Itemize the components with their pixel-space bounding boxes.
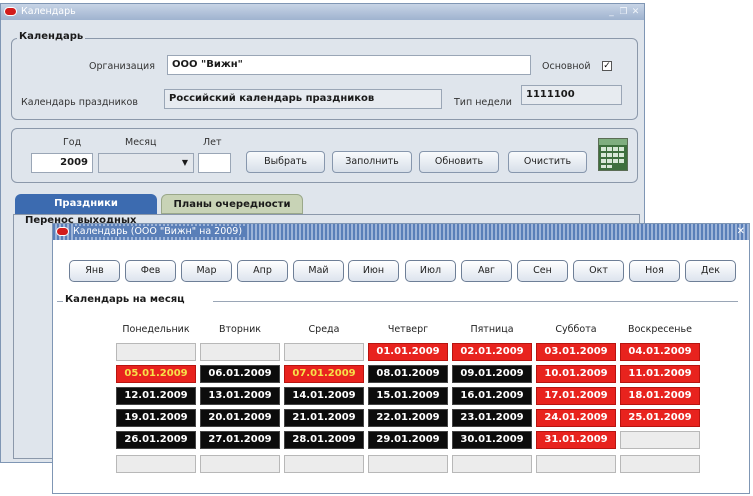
day-cell[interactable]: 27.01.2009: [200, 431, 280, 449]
week-type-field[interactable]: 1111100: [521, 85, 622, 105]
weekday-header: Среда: [308, 324, 340, 335]
month-button-12[interactable]: Дек: [685, 260, 736, 282]
day-cell[interactable]: 19.01.2009: [116, 409, 196, 427]
window-title: Календарь: [21, 6, 76, 17]
day-cell[interactable]: 12.01.2009: [116, 387, 196, 405]
window-titlebar[interactable]: Календарь _ ❐ ✕: [1, 4, 644, 20]
holidays-calendar-label: Календарь праздников: [21, 97, 138, 108]
calendar-group-legend: Календарь: [17, 31, 86, 42]
close-icon[interactable]: ✕: [737, 224, 745, 240]
day-cell[interactable]: 25.01.2009: [620, 409, 700, 427]
minimize-icon[interactable]: _: [607, 4, 616, 20]
weekday-header: Понедельник: [122, 324, 190, 335]
day-cell[interactable]: 05.01.2009: [116, 365, 196, 383]
month-label: Месяц: [125, 137, 157, 148]
day-cell[interactable]: 02.01.2009: [452, 343, 532, 361]
empty-day-cell[interactable]: [284, 455, 364, 473]
fill-button[interactable]: Заполнить: [332, 151, 412, 173]
day-cell[interactable]: 23.01.2009: [452, 409, 532, 427]
empty-day-cell[interactable]: [452, 455, 532, 473]
day-cell[interactable]: 08.01.2009: [368, 365, 448, 383]
org-field[interactable]: ООО "Вижн": [167, 55, 531, 75]
day-cell[interactable]: 14.01.2009: [284, 387, 364, 405]
month-button-2[interactable]: Фев: [125, 260, 176, 282]
refresh-button[interactable]: Обновить: [419, 151, 499, 173]
clear-button[interactable]: Очистить: [508, 151, 587, 173]
day-cell[interactable]: 04.01.2009: [620, 343, 700, 361]
weekday-header: Пятница: [470, 324, 514, 335]
main-checkbox[interactable]: ✓: [602, 61, 612, 71]
section-divider: [213, 301, 738, 302]
month-button-9[interactable]: Сен: [517, 260, 568, 282]
dialog-titlebar[interactable]: Календарь (ООО "Вижн" на 2009) ✕: [53, 224, 749, 240]
month-button-7[interactable]: Июл: [405, 260, 456, 282]
weekday-header: Вторник: [218, 324, 262, 335]
day-cell[interactable]: 29.01.2009: [368, 431, 448, 449]
tab-holidays[interactable]: Праздники: [15, 194, 157, 214]
calendar-grid-icon[interactable]: [598, 138, 628, 171]
month-button-1[interactable]: Янв: [69, 260, 120, 282]
app-logo-icon: [56, 227, 69, 236]
year-field[interactable]: 2009: [31, 153, 93, 173]
day-cell[interactable]: 31.01.2009: [536, 431, 616, 449]
app-logo-icon: [4, 7, 17, 16]
empty-day-cell[interactable]: [200, 343, 280, 361]
day-cell[interactable]: 11.01.2009: [620, 365, 700, 383]
chevron-down-icon[interactable]: ▼: [182, 154, 188, 172]
day-cell[interactable]: 17.01.2009: [536, 387, 616, 405]
month-button-4[interactable]: Апр: [237, 260, 288, 282]
close-icon[interactable]: ✕: [631, 4, 640, 20]
month-button-6[interactable]: Июн: [348, 260, 399, 282]
section-divider-left: [57, 301, 63, 302]
weekday-header: Четверг: [387, 324, 429, 335]
weekday-header: Суббота: [555, 324, 597, 335]
empty-day-cell[interactable]: [620, 455, 700, 473]
empty-day-cell[interactable]: [284, 343, 364, 361]
day-cell[interactable]: 20.01.2009: [200, 409, 280, 427]
empty-day-cell[interactable]: [200, 455, 280, 473]
empty-day-cell[interactable]: [368, 455, 448, 473]
main-label: Основной: [542, 61, 591, 72]
day-cell[interactable]: 16.01.2009: [452, 387, 532, 405]
month-calendar-title: Календарь на месяц: [65, 294, 189, 305]
day-cell[interactable]: 15.01.2009: [368, 387, 448, 405]
maximize-icon[interactable]: ❐: [619, 4, 628, 20]
tab-queue-plans[interactable]: Планы очередности: [161, 194, 303, 214]
day-cell[interactable]: 22.01.2009: [368, 409, 448, 427]
day-cell[interactable]: 21.01.2009: [284, 409, 364, 427]
day-cell[interactable]: 26.01.2009: [116, 431, 196, 449]
day-cell[interactable]: 06.01.2009: [200, 365, 280, 383]
month-button-10[interactable]: Окт: [573, 260, 624, 282]
years-label: Лет: [203, 137, 222, 148]
week-type-label: Тип недели: [454, 97, 512, 108]
weekday-header: Воскресенье: [628, 324, 692, 335]
empty-day-cell[interactable]: [620, 431, 700, 449]
dialog-title: Календарь (ООО "Вижн" на 2009): [73, 226, 247, 237]
holidays-calendar-field[interactable]: Российский календарь праздников: [164, 89, 442, 109]
month-button-8[interactable]: Авг: [461, 260, 512, 282]
day-cell[interactable]: 13.01.2009: [200, 387, 280, 405]
day-cell[interactable]: 28.01.2009: [284, 431, 364, 449]
month-button-3[interactable]: Мар: [181, 260, 232, 282]
day-cell[interactable]: 07.01.2009: [284, 365, 364, 383]
month-button-11[interactable]: Ноя: [629, 260, 680, 282]
empty-day-cell[interactable]: [116, 455, 196, 473]
month-select[interactable]: ▼: [98, 153, 194, 173]
select-button[interactable]: Выбрать: [246, 151, 325, 173]
year-label: Год: [63, 137, 82, 148]
day-cell[interactable]: 24.01.2009: [536, 409, 616, 427]
day-cell[interactable]: 03.01.2009: [536, 343, 616, 361]
day-cell[interactable]: 01.01.2009: [368, 343, 448, 361]
years-field[interactable]: [198, 153, 231, 173]
org-label: Организация: [89, 61, 155, 72]
empty-day-cell[interactable]: [116, 343, 196, 361]
day-cell[interactable]: 30.01.2009: [452, 431, 532, 449]
calendar-dialog: Календарь (ООО "Вижн" на 2009) ✕ Янв Фев М…: [52, 223, 750, 494]
month-button-5[interactable]: Май: [293, 260, 344, 282]
day-cell[interactable]: 18.01.2009: [620, 387, 700, 405]
day-cell[interactable]: 09.01.2009: [452, 365, 532, 383]
day-cell[interactable]: 10.01.2009: [536, 365, 616, 383]
empty-day-cell[interactable]: [536, 455, 616, 473]
